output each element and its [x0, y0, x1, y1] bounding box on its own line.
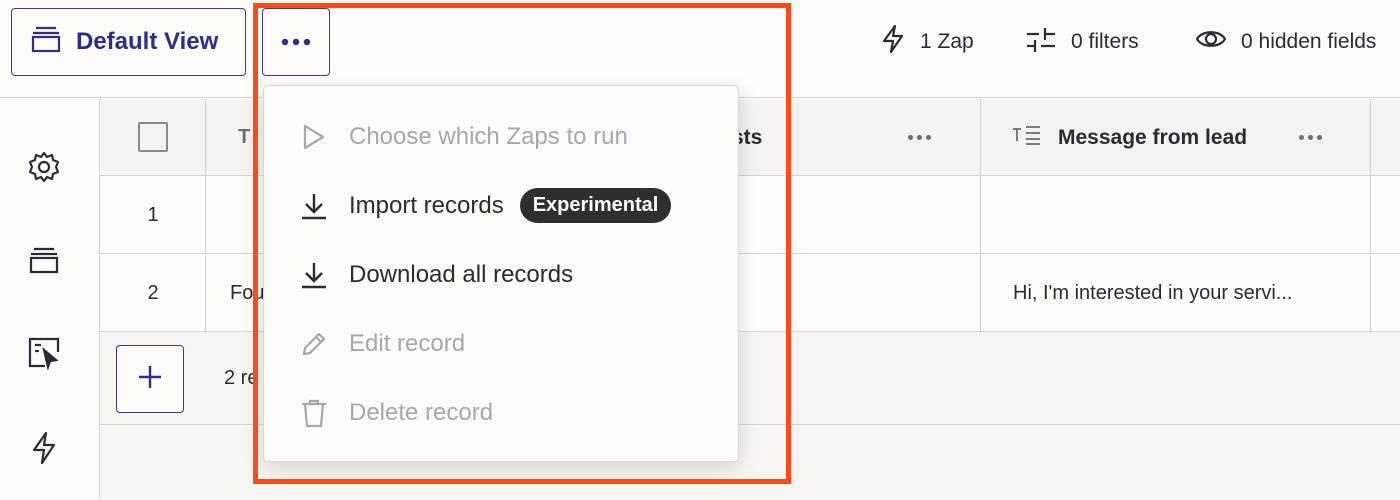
plus-icon	[138, 365, 162, 394]
filter-sliders-icon	[1025, 25, 1057, 59]
toolbar: Default View 1 Zap 0 filters 0 hidden fi…	[0, 0, 1400, 98]
filters-button[interactable]: 0 filters	[1025, 22, 1139, 62]
select-all-checkbox[interactable]	[138, 122, 168, 152]
menu-item-download-all[interactable]: Download all records	[264, 240, 738, 309]
zap-count-label: 1 Zap	[920, 30, 974, 53]
menu-item-label: Choose which Zaps to run	[349, 122, 628, 150]
interface-cursor-icon	[27, 336, 61, 375]
more-options-button[interactable]	[262, 8, 330, 76]
menu-item-delete-record[interactable]: Delete record	[264, 378, 738, 447]
filters-label: 0 filters	[1071, 30, 1139, 53]
pencil-icon	[299, 329, 329, 359]
interfaces-button[interactable]	[26, 337, 62, 373]
row-number: 2	[147, 281, 159, 304]
menu-item-label: Edit record	[349, 329, 466, 357]
gear-icon	[27, 150, 61, 189]
download-icon	[299, 191, 329, 221]
long-text-icon	[1012, 125, 1042, 151]
zap-count-button[interactable]: 1 Zap	[880, 22, 974, 62]
text-field-icon: T	[238, 126, 251, 148]
menu-item-import-records[interactable]: Import records Experimental	[264, 171, 738, 240]
views-icon	[28, 244, 60, 281]
default-view-label: Default View	[76, 28, 219, 55]
column-message-options-button[interactable]	[1299, 135, 1322, 140]
lightning-icon	[880, 24, 906, 60]
hidden-fields-label: 0 hidden fields	[1241, 30, 1377, 53]
trash-icon	[299, 398, 329, 428]
more-icon	[281, 33, 311, 51]
default-view-button[interactable]: Default View	[11, 8, 246, 76]
hidden-fields-button[interactable]: 0 hidden fields	[1195, 22, 1376, 62]
column-header-1[interactable]: T	[238, 99, 250, 176]
row-number: 1	[147, 203, 159, 226]
play-icon	[299, 122, 329, 152]
column-divider	[980, 99, 981, 333]
menu-item-label: Import records	[349, 191, 504, 219]
more-options-menu: Choose which Zaps to run Import records …	[263, 85, 739, 462]
experimental-badge: Experimental	[519, 188, 672, 223]
column-header-message-label: Message from lead	[1058, 125, 1248, 149]
row-message-cell: Hi, I'm interested in your servi...	[1013, 282, 1293, 304]
row-cell: Fou	[230, 282, 265, 304]
add-record-button[interactable]	[116, 345, 184, 413]
menu-item-label: Delete record	[349, 398, 494, 426]
eye-icon	[1195, 27, 1227, 57]
menu-item-edit-record[interactable]: Edit record	[264, 309, 738, 378]
lightning-icon	[30, 431, 58, 470]
column-divider	[1370, 99, 1371, 333]
menu-item-label: Download all records	[349, 260, 574, 288]
zaps-rail-button[interactable]	[26, 431, 62, 470]
views-icon	[30, 23, 62, 62]
views-rail-button[interactable]	[26, 244, 62, 280]
record-count: 2 re	[224, 367, 259, 389]
left-rail	[0, 99, 100, 500]
column-header-message[interactable]: Message from lead	[1012, 99, 1247, 176]
column-2-options-button[interactable]	[908, 135, 931, 140]
menu-item-choose-zaps[interactable]: Choose which Zaps to run	[264, 102, 738, 171]
download-icon	[299, 260, 329, 290]
settings-button[interactable]	[26, 151, 62, 187]
column-divider	[205, 99, 206, 333]
